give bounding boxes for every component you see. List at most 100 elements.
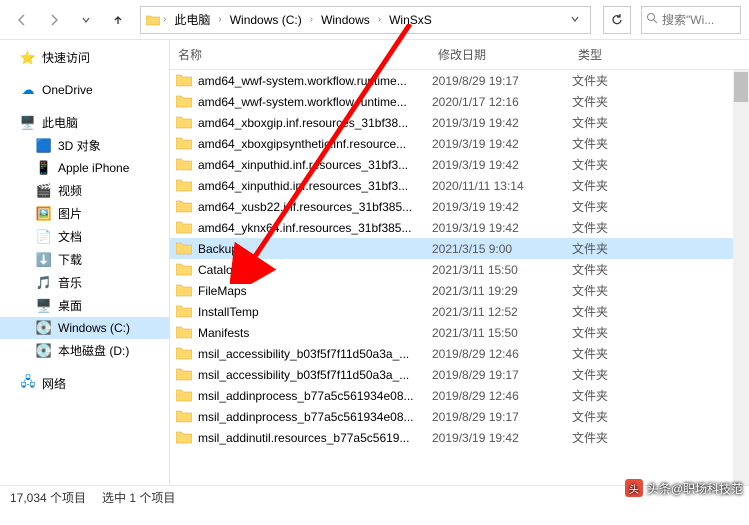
table-row[interactable]: msil_addinprocess_b77a5c561934e08...2019… [170, 406, 749, 427]
folder-icon [176, 304, 194, 320]
sidebar-item[interactable]: 🟦3D 对象 [0, 134, 169, 157]
file-date: 2019/8/29 12:46 [432, 389, 572, 403]
scrollbar[interactable] [733, 70, 749, 485]
folder-icon [176, 409, 194, 425]
table-row[interactable]: amd64_xinputhid.inf.resources_31bf3...20… [170, 154, 749, 175]
folder-icon [176, 430, 194, 446]
table-row[interactable]: amd64_wwf-system.workflow.runtime...2020… [170, 91, 749, 112]
folder-icon [176, 178, 194, 194]
file-name: InstallTemp [198, 305, 432, 319]
sidebar-item-label: Windows (C:) [58, 321, 130, 335]
watermark-logo-icon: 头 [625, 479, 643, 497]
table-row[interactable]: amd64_xusb22.inf.resources_31bf385...201… [170, 196, 749, 217]
table-row[interactable]: amd64_wwf-system.workflow.runtime...2019… [170, 70, 749, 91]
search-field[interactable] [662, 13, 736, 27]
folder-icon [176, 262, 194, 278]
sidebar-item[interactable]: 🖥️桌面 [0, 294, 169, 317]
file-type: 文件夹 [572, 156, 692, 173]
sidebar-item[interactable]: 🖼️图片 [0, 202, 169, 225]
cloud-icon: ☁ [20, 82, 36, 98]
folder-icon [176, 199, 194, 215]
file-list[interactable]: amd64_wwf-system.workflow.runtime...2019… [170, 70, 749, 485]
file-type: 文件夹 [572, 282, 692, 299]
file-date: 2019/3/19 19:42 [432, 431, 572, 445]
sidebar-item[interactable]: 📄文档 [0, 225, 169, 248]
file-name: msil_accessibility_b03f5f7f11d50a3a_... [198, 368, 432, 382]
file-type: 文件夹 [572, 261, 692, 278]
file-date: 2019/3/19 19:42 [432, 158, 572, 172]
table-row[interactable]: amd64_yknx64.inf.resources_31bf385...201… [170, 217, 749, 238]
table-row[interactable]: amd64_xboxgipsynthetic.inf.resource...20… [170, 133, 749, 154]
sidebar-onedrive[interactable]: ☁ OneDrive [0, 79, 169, 101]
recent-dropdown[interactable] [72, 6, 100, 34]
sidebar-item[interactable]: 🎵音乐 [0, 271, 169, 294]
sidebar-item[interactable]: 💽本地磁盘 (D:) [0, 339, 169, 362]
refresh-button[interactable] [603, 6, 631, 34]
table-row[interactable]: msil_accessibility_b03f5f7f11d50a3a_...2… [170, 364, 749, 385]
table-row[interactable]: Backup2021/3/15 9:00文件夹 [170, 238, 749, 259]
file-name: amd64_xinputhid.inf.resources_31bf3... [198, 179, 432, 193]
file-date: 2021/3/11 15:50 [432, 326, 572, 340]
sidebar-network[interactable]: 🖧 网络 [0, 372, 169, 395]
folder-icon [176, 346, 194, 362]
table-row[interactable]: Manifests2021/3/11 15:50文件夹 [170, 322, 749, 343]
folder-icon [176, 367, 194, 383]
column-type[interactable]: 类型 [570, 46, 690, 63]
item-icon: ⬇️ [36, 252, 52, 268]
column-name[interactable]: 名称 [170, 46, 430, 63]
folder-icon [176, 241, 194, 257]
file-type: 文件夹 [572, 366, 692, 383]
table-row[interactable]: InstallTemp2021/3/11 12:52文件夹 [170, 301, 749, 322]
network-icon: 🖧 [20, 376, 36, 392]
file-name: Catalogs [198, 263, 432, 277]
folder-icon [176, 325, 194, 341]
file-type: 文件夹 [572, 219, 692, 236]
folder-icon [176, 136, 194, 152]
file-type: 文件夹 [572, 324, 692, 341]
column-date[interactable]: 修改日期 [430, 46, 570, 63]
sidebar-item[interactable]: ⬇️下载 [0, 248, 169, 271]
file-name: amd64_xboxgip.inf.resources_31bf38... [198, 116, 432, 130]
chevron-right-icon: › [216, 14, 223, 25]
sidebar-item[interactable]: 📱Apple iPhone [0, 157, 169, 179]
file-type: 文件夹 [572, 177, 692, 194]
breadcrumb-item[interactable]: 此电脑 [168, 9, 216, 30]
sidebar-quick-access[interactable]: ⭐ 快速访问 [0, 46, 169, 69]
file-date: 2019/8/29 19:17 [432, 410, 572, 424]
table-row[interactable]: amd64_xinputhid.inf.resources_31bf3...20… [170, 175, 749, 196]
sidebar-item[interactable]: 💽Windows (C:) [0, 317, 169, 339]
breadcrumb-item[interactable]: Windows [315, 11, 376, 29]
table-row[interactable]: FileMaps2021/3/11 19:29文件夹 [170, 280, 749, 301]
sidebar-label: OneDrive [42, 83, 93, 97]
file-date: 2020/11/11 13:14 [432, 179, 572, 193]
file-name: msil_addinprocess_b77a5c561934e08... [198, 389, 432, 403]
folder-icon [176, 115, 194, 131]
sidebar-item-label: 桌面 [58, 297, 82, 314]
table-row[interactable]: msil_addinutil.resources_b77a5c5619...20… [170, 427, 749, 448]
table-row[interactable]: msil_addinprocess_b77a5c561934e08...2019… [170, 385, 749, 406]
scrollbar-thumb[interactable] [734, 72, 748, 102]
breadcrumb-item[interactable]: WinSxS [383, 11, 438, 29]
breadcrumb[interactable]: › 此电脑 › Windows (C:) › Windows › WinSxS [140, 6, 591, 34]
item-icon: 📱 [36, 160, 52, 176]
up-button[interactable] [104, 6, 132, 34]
file-date: 2019/3/19 19:42 [432, 116, 572, 130]
star-icon: ⭐ [20, 50, 36, 66]
breadcrumb-item[interactable]: Windows (C:) [224, 11, 308, 29]
forward-button[interactable] [40, 6, 68, 34]
sidebar-item-label: 本地磁盘 (D:) [58, 342, 129, 359]
table-row[interactable]: Catalogs2021/3/11 15:50文件夹 [170, 259, 749, 280]
table-row[interactable]: amd64_xboxgip.inf.resources_31bf38...201… [170, 112, 749, 133]
back-button[interactable] [8, 6, 36, 34]
sidebar-item-label: 视频 [58, 182, 82, 199]
chevron-down-icon[interactable] [564, 13, 586, 27]
search-input[interactable] [641, 6, 741, 34]
sidebar-item-label: 图片 [58, 205, 82, 222]
sidebar-this-pc[interactable]: 🖥️ 此电脑 [0, 111, 169, 134]
sidebar-item[interactable]: 🎬视频 [0, 179, 169, 202]
item-icon: 📄 [36, 229, 52, 245]
table-row[interactable]: msil_accessibility_b03f5f7f11d50a3a_...2… [170, 343, 749, 364]
folder-icon [176, 220, 194, 236]
toolbar: › 此电脑 › Windows (C:) › Windows › WinSxS [0, 0, 749, 40]
file-type: 文件夹 [572, 303, 692, 320]
